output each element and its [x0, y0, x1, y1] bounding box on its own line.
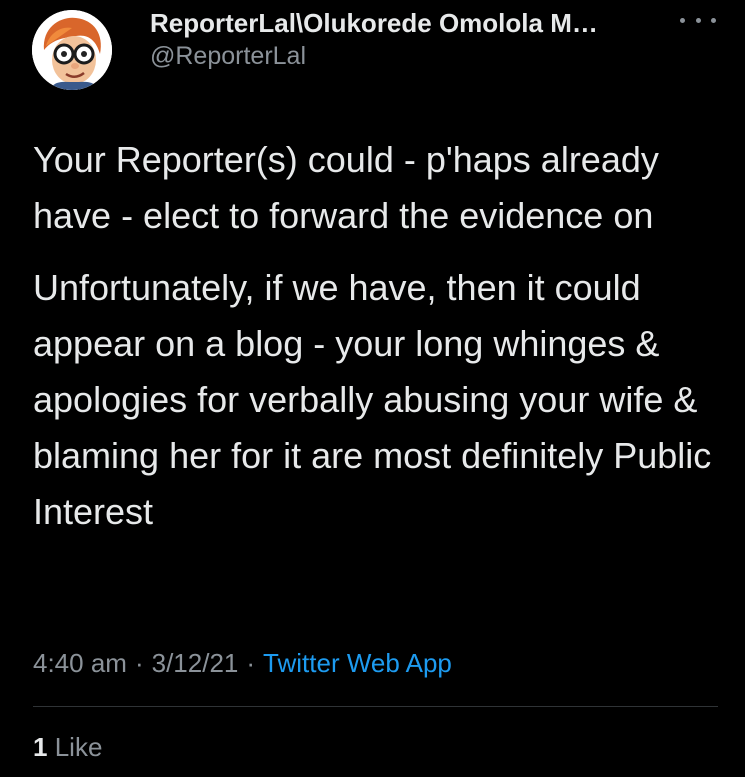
likes-stat[interactable]: 1 Like	[33, 730, 102, 764]
likes-label: Like	[54, 732, 103, 762]
divider	[33, 706, 718, 707]
dot	[680, 17, 685, 23]
avatar[interactable]	[32, 10, 112, 90]
more-horizontal-icon[interactable]	[680, 12, 716, 28]
tweet-paragraph: Unfortunately, if we have, then it could…	[33, 267, 712, 532]
avatar-image	[32, 10, 112, 90]
tweet-date[interactable]: 3/12/21	[152, 648, 239, 678]
author-block: ReporterLal\Olukorede Omolola M… @Report…	[150, 6, 670, 72]
dot	[695, 17, 701, 23]
author-display-name[interactable]: ReporterLal\Olukorede Omolola M…	[150, 6, 670, 40]
tweet-source-link[interactable]: Twitter Web App	[263, 648, 452, 678]
likes-count: 1	[33, 732, 48, 762]
author-handle[interactable]: @ReporterLal	[150, 40, 670, 72]
tweet-time[interactable]: 4:40 am	[33, 648, 127, 678]
dot	[711, 17, 716, 23]
tweet-meta: 4:40 am · 3/12/21 · Twitter Web App	[33, 645, 452, 681]
meta-separator: ·	[246, 648, 256, 678]
tweet-paragraph: Your Reporter(s) could - p'haps already …	[33, 139, 659, 236]
tweet-text: Your Reporter(s) could - p'haps already …	[33, 132, 723, 540]
meta-separator: ·	[134, 648, 144, 678]
tweet-detail: ReporterLal\Olukorede Omolola M… @Report…	[0, 0, 745, 777]
